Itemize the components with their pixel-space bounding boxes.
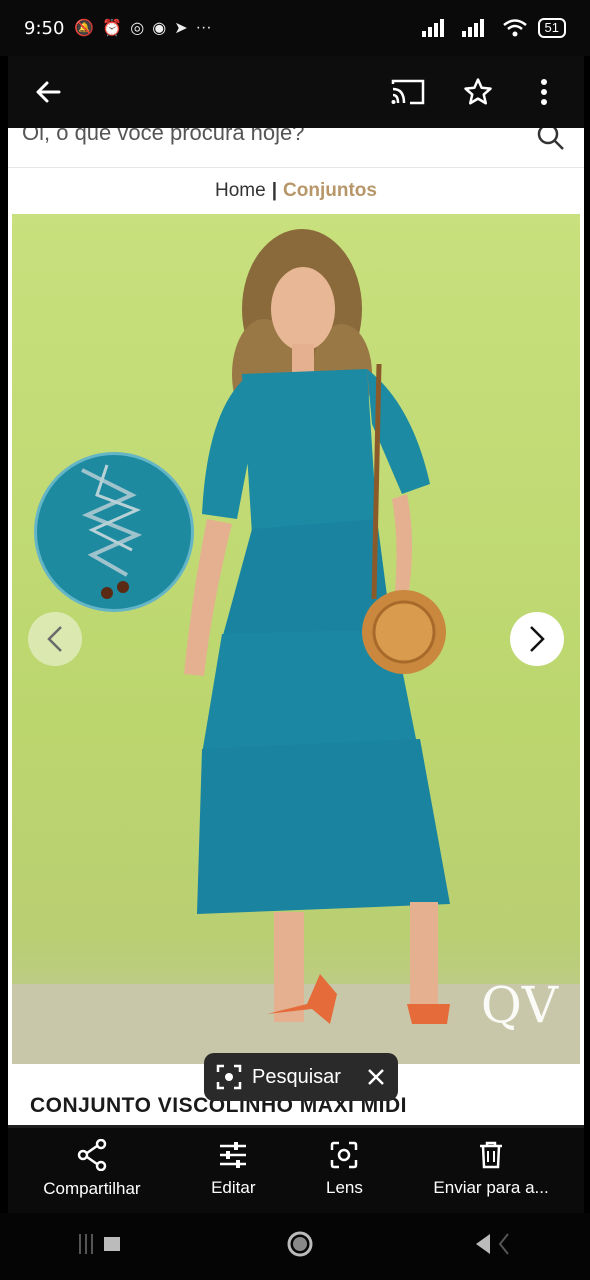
- back-triangle-icon: [475, 1233, 509, 1255]
- whatsapp-icon-2: ◉: [152, 20, 167, 37]
- trash-icon: [480, 1141, 503, 1169]
- whatsapp-icon: ◎: [130, 20, 145, 37]
- recents-icon: [79, 1234, 121, 1254]
- site-search-bar[interactable]: Oi, o que você procura hoje?: [8, 128, 584, 168]
- home-button[interactable]: [285, 1229, 315, 1264]
- share-label: Compartilhar: [43, 1179, 141, 1198]
- cast-button[interactable]: [384, 68, 432, 116]
- back-arrow-icon: [36, 81, 61, 103]
- browser-toolbar: [8, 56, 584, 128]
- nav-back-button[interactable]: [472, 1231, 512, 1262]
- web-page: Oi, o que você procura hoje? Home | Conj…: [8, 128, 584, 1128]
- breadcrumb: Home | Conjuntos: [8, 168, 584, 214]
- breadcrumb-separator: |: [271, 180, 278, 201]
- system-icons: 51: [421, 18, 566, 38]
- bookmark-button[interactable]: [454, 68, 502, 116]
- more-notifications-icon: ···: [195, 19, 212, 36]
- product-image[interactable]: QV: [12, 214, 580, 1064]
- edit-label: Editar: [211, 1178, 256, 1197]
- star-icon: [464, 78, 492, 105]
- share-icon: [77, 1139, 107, 1171]
- cast-icon: [391, 79, 425, 105]
- breadcrumb-current[interactable]: Conjuntos: [283, 180, 377, 202]
- detail-zoom-circle: [34, 452, 194, 612]
- system-navigation-bar: [0, 1213, 590, 1280]
- sliders-icon: [220, 1142, 247, 1168]
- close-icon[interactable]: [366, 1067, 386, 1087]
- lens-label: Lens: [326, 1178, 363, 1197]
- lace-detail-illustration: [81, 464, 143, 599]
- telegram-icon: ➤: [174, 20, 188, 37]
- more-vertical-icon: [541, 79, 547, 105]
- send-to-label: Enviar para a...: [433, 1178, 549, 1197]
- recents-button[interactable]: [78, 1232, 128, 1261]
- chevron-left-icon: [47, 626, 62, 652]
- carousel-prev-button[interactable]: [28, 612, 82, 666]
- signal-icon: [421, 19, 444, 37]
- send-to-button[interactable]: Enviar para a...: [433, 1140, 549, 1198]
- more-options-button[interactable]: [520, 68, 568, 116]
- alarm-icon: ⏰: [102, 20, 123, 37]
- carousel-next-button[interactable]: [510, 612, 564, 666]
- wifi-icon: [502, 19, 527, 37]
- edit-button[interactable]: Editar: [211, 1140, 256, 1198]
- search-icon[interactable]: [536, 128, 566, 152]
- status-time: 9:50: [24, 17, 65, 39]
- lens-icon: [331, 1141, 358, 1169]
- back-button[interactable]: [24, 68, 72, 116]
- status-bar: 9:50 🔕 ⏰ ◎ ◉ ➤ ··· 51: [0, 0, 590, 56]
- signal-icon-2: [461, 19, 484, 37]
- lens-chip-label[interactable]: Pesquisar: [252, 1066, 341, 1089]
- model-illustration: [184, 229, 450, 1024]
- battery-indicator: 51: [537, 18, 566, 38]
- lens-scan-icon: [216, 1064, 242, 1090]
- brand-watermark: QV: [480, 976, 558, 1034]
- image-actions-toolbar: Compartilhar Editar Lens Enviar para a..…: [8, 1125, 584, 1213]
- chevron-right-icon: [530, 626, 545, 652]
- lens-search-chip[interactable]: Pesquisar: [204, 1053, 398, 1101]
- lens-button[interactable]: Lens: [326, 1140, 363, 1198]
- notification-icons: 🔕 ⏰ ◎ ◉ ➤ ···: [74, 18, 211, 38]
- search-placeholder[interactable]: Oi, o que você procura hoje?: [22, 128, 305, 146]
- muted-bell-icon: 🔕: [74, 20, 95, 37]
- breadcrumb-home[interactable]: Home: [215, 180, 266, 202]
- home-circle-icon: [287, 1231, 313, 1257]
- share-button[interactable]: Compartilhar: [43, 1139, 141, 1199]
